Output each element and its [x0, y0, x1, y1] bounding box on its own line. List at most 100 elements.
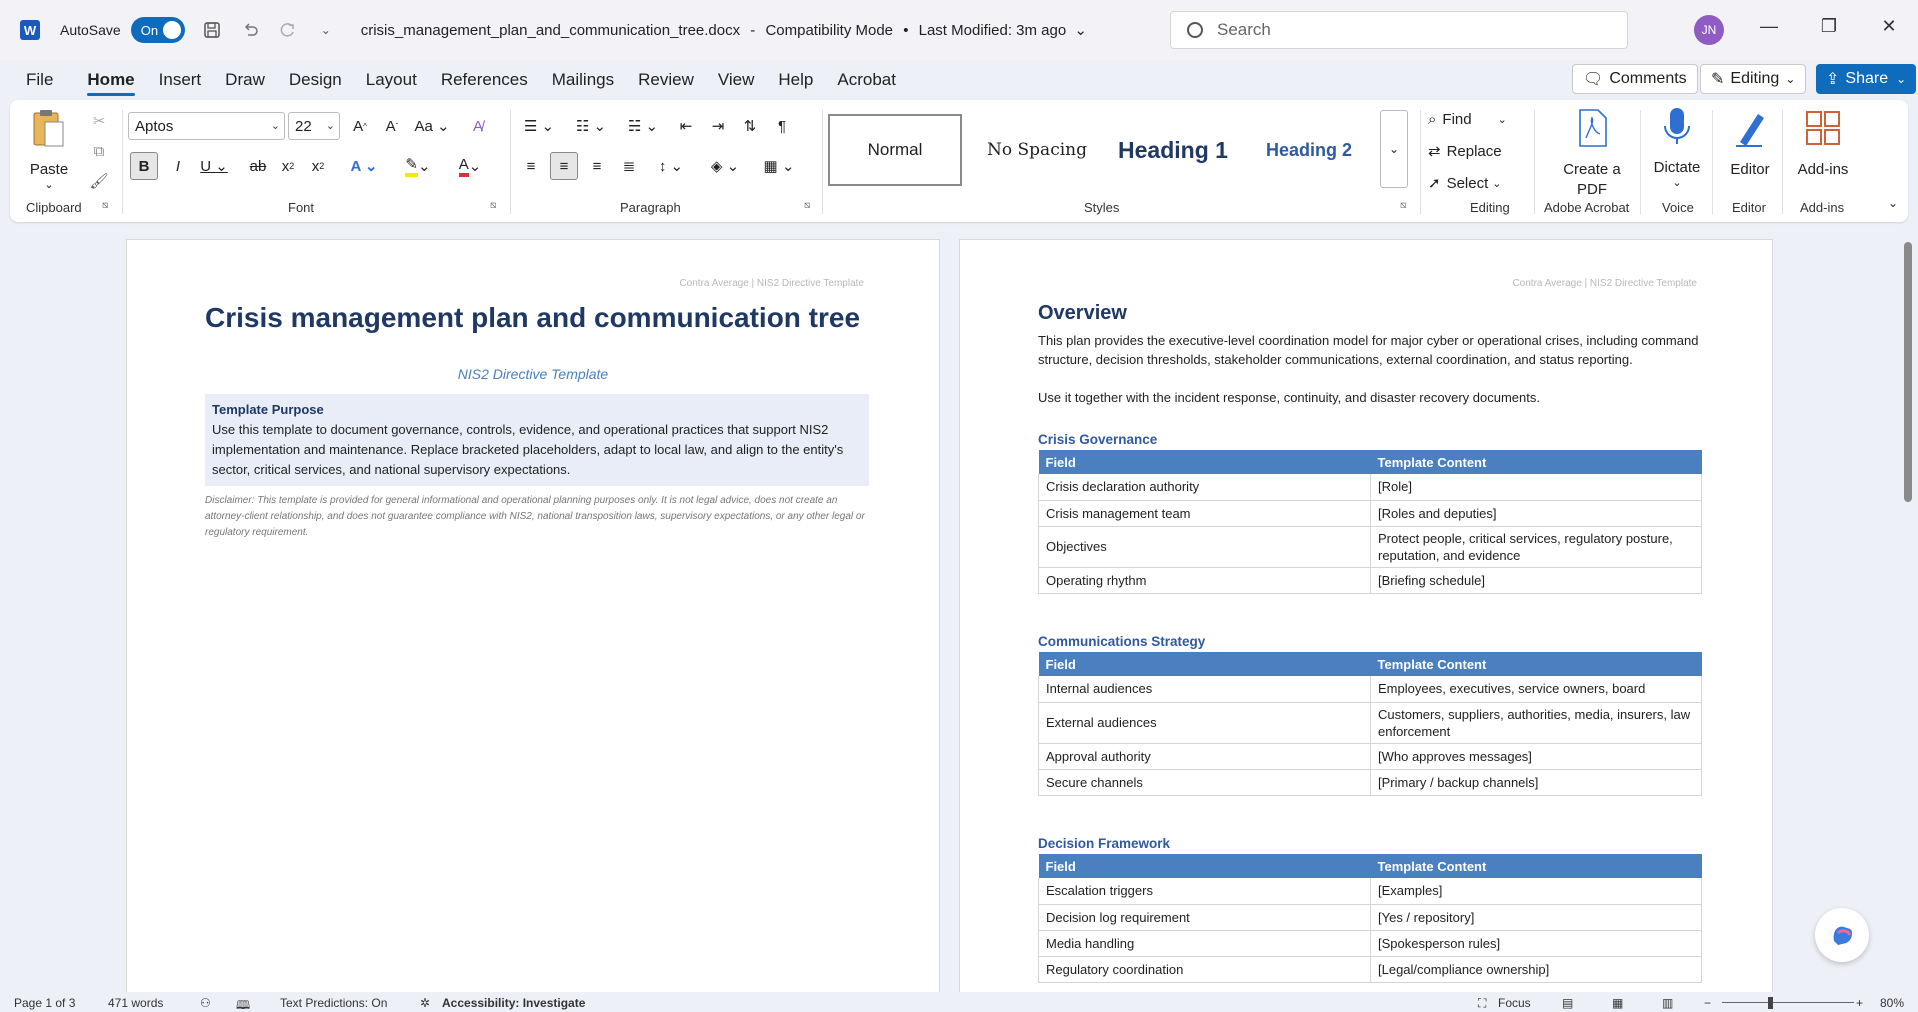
tab-file[interactable]: File [14, 62, 65, 98]
table-row[interactable]: Internal audiences Employees, executives,… [1038, 676, 1702, 703]
tab-help[interactable]: Help [766, 62, 825, 98]
table-row[interactable]: Decision log requirement [Yes / repositor… [1038, 904, 1702, 931]
font-name-select[interactable]: Aptos ⌄ [128, 112, 285, 140]
zoom-slider-thumb[interactable] [1768, 997, 1773, 1009]
document-title[interactable]: crisis_management_plan_and_communication… [361, 21, 1087, 39]
editing-mode-button[interactable]: ✎ Editing ⌄ [1700, 64, 1807, 94]
page-1[interactable]: Contra Average | NIS2 Directive Template… [126, 239, 940, 992]
zoom-level[interactable]: 80% [1880, 996, 1904, 1010]
section-heading-crisis-governance[interactable]: Crisis Governance [1038, 432, 1157, 447]
print-layout-icon[interactable]: ▦ [1612, 996, 1623, 1010]
proofing-icon[interactable]: ⚇ [200, 996, 211, 1010]
select-button[interactable]: ➚ Select ⌄ [1428, 170, 1502, 196]
tab-design[interactable]: Design [277, 62, 354, 98]
zoom-slider-track[interactable] [1722, 1002, 1854, 1003]
style-normal[interactable]: Normal [827, 113, 963, 187]
show-formatting-icon[interactable]: ¶ [770, 114, 794, 138]
align-center-icon[interactable]: ≡ [550, 152, 578, 180]
web-layout-icon[interactable]: ▥ [1662, 996, 1673, 1010]
multilevel-list-icon[interactable]: ☵ ⌄ [622, 114, 664, 138]
close-icon[interactable]: ✕ [1874, 16, 1904, 37]
table-row[interactable]: Escalation triggers [Examples] [1038, 878, 1702, 905]
replace-button[interactable]: ⇄ Replace [1428, 138, 1502, 164]
cut-icon[interactable]: ✂ [88, 110, 110, 132]
text-predictions[interactable]: Text Predictions: On [280, 996, 387, 1010]
tab-draw[interactable]: Draw [213, 62, 277, 98]
page-count[interactable]: Page 1 of 3 [14, 996, 75, 1010]
table-row[interactable]: Regulatory coordination [Legal/compliance… [1038, 956, 1702, 983]
tab-acrobat[interactable]: Acrobat [825, 62, 908, 98]
font-size-select[interactable]: 22 ⌄ [288, 112, 340, 140]
dialog-launcher-icon[interactable]: ⧅ [1400, 200, 1406, 211]
highlight-color-icon[interactable]: ✎ ⌄ [398, 152, 438, 180]
copy-icon[interactable]: ⧉ [88, 140, 110, 162]
table-row[interactable]: Secure channels [Primary / backup channel… [1038, 769, 1702, 796]
communications-strategy-table[interactable]: Field Template Content Internal audience… [1038, 652, 1702, 796]
font-color-icon[interactable]: A ⌄ [450, 152, 490, 180]
overview-heading[interactable]: Overview [1038, 302, 1127, 325]
focus-mode-button[interactable]: Focus [1498, 996, 1531, 1010]
section-heading-decision-framework[interactable]: Decision Framework [1038, 836, 1170, 851]
document-title-heading[interactable]: Crisis management plan and communication… [205, 302, 860, 334]
page-2[interactable]: Contra Average | NIS2 Directive Template… [959, 239, 1773, 992]
restore-icon[interactable]: ❐ [1814, 16, 1844, 37]
format-painter-icon[interactable]: 🖌 [88, 170, 110, 192]
document-canvas[interactable]: Contra Average | NIS2 Directive Template… [0, 224, 1918, 992]
crisis-governance-table[interactable]: Field Template Content Crisis declaratio… [1038, 450, 1702, 594]
find-button[interactable]: ⌕ Find ⌄ [1428, 106, 1507, 132]
superscript-button[interactable]: x2 [306, 152, 330, 180]
subscript-button[interactable]: x2 [276, 152, 300, 180]
grow-font-icon[interactable]: A ^ [348, 114, 372, 138]
text-effects-icon[interactable]: A ⌄ [344, 152, 384, 180]
tab-home[interactable]: Home [75, 62, 146, 98]
share-button[interactable]: ⇪ Share ⌄ [1816, 64, 1917, 94]
line-spacing-icon[interactable]: ↕ ⌄ [650, 152, 692, 180]
comments-button[interactable]: 🗨 Comments [1572, 64, 1698, 94]
tab-insert[interactable]: Insert [147, 62, 214, 98]
table-row[interactable]: Operating rhythm [Briefing schedule] [1038, 567, 1702, 594]
bullets-icon[interactable]: ☰ ⌄ [518, 114, 560, 138]
addins-button[interactable]: Add-ins [1790, 108, 1856, 180]
minimize-icon[interactable]: — [1754, 16, 1784, 37]
undo-icon[interactable] [239, 19, 261, 41]
word-count[interactable]: 471 words [108, 996, 163, 1010]
overview-paragraph-1[interactable]: This plan provides the executive-level c… [1038, 331, 1702, 369]
editor-button[interactable]: Editor [1720, 108, 1780, 180]
dictate-button[interactable]: Dictate ⌄ [1644, 106, 1710, 189]
disclaimer-text[interactable]: Disclaimer: This template is provided fo… [205, 493, 869, 541]
table-row[interactable]: Media handling [Spokesperson rules] [1038, 930, 1702, 957]
tab-review[interactable]: Review [626, 62, 706, 98]
search-input[interactable]: Search [1170, 11, 1628, 49]
paste-button[interactable]: Paste ⌄ [26, 108, 72, 191]
vertical-scrollbar[interactable] [1902, 226, 1914, 982]
customize-qat-icon[interactable]: ⌄ [315, 19, 337, 41]
dialog-launcher-icon[interactable]: ⧅ [490, 200, 496, 211]
table-row[interactable]: External audiences Customers, suppliers, … [1038, 702, 1702, 744]
increase-indent-icon[interactable]: ⇥ [706, 114, 730, 138]
zoom-in-icon[interactable]: + [1856, 996, 1863, 1010]
autosave-toggle[interactable]: On [130, 17, 185, 43]
accessibility-status[interactable]: Accessibility: Investigate [442, 996, 585, 1010]
save-icon[interactable] [201, 19, 223, 41]
tab-layout[interactable]: Layout [354, 62, 429, 98]
bold-button[interactable]: B [130, 152, 158, 180]
overview-paragraph-2[interactable]: Use it together with the incident respon… [1038, 388, 1702, 407]
tab-view[interactable]: View [706, 62, 767, 98]
decision-framework-table[interactable]: Field Template Content Escalation trigge… [1038, 854, 1702, 983]
tab-mailings[interactable]: Mailings [540, 62, 626, 98]
copilot-icon[interactable] [1815, 908, 1869, 962]
dialog-launcher-icon[interactable]: ⧅ [804, 200, 810, 211]
italic-button[interactable]: I [166, 152, 190, 180]
collapse-ribbon-icon[interactable]: ⌄ [1884, 194, 1902, 212]
template-purpose-box[interactable]: Template Purpose Use this template to do… [205, 394, 869, 486]
redo-icon[interactable] [277, 19, 299, 41]
align-left-icon[interactable]: ≡ [518, 152, 544, 180]
section-heading-communications-strategy[interactable]: Communications Strategy [1038, 634, 1205, 649]
read-mode-icon[interactable]: ▤ [1562, 996, 1573, 1010]
tab-references[interactable]: References [429, 62, 540, 98]
avatar[interactable]: JN [1694, 15, 1724, 45]
borders-icon[interactable]: ▦ ⌄ [758, 152, 800, 180]
dialog-launcher-icon[interactable]: ⧅ [102, 200, 108, 211]
styles-gallery-more-icon[interactable]: ⌄ [1380, 110, 1408, 188]
shrink-font-icon[interactable]: Aˇ [380, 114, 404, 138]
